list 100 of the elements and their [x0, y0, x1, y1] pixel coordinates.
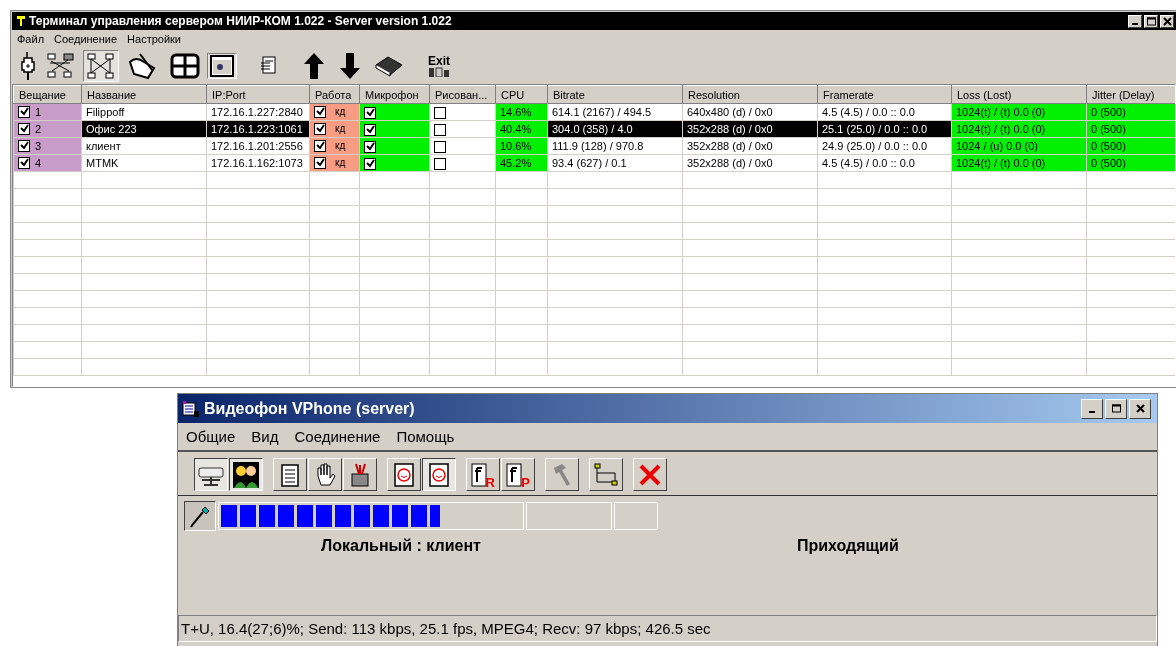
row-number: 1 [35, 105, 42, 118]
document-icon [258, 55, 278, 77]
checkbox[interactable] [364, 140, 376, 153]
window-icon [210, 55, 234, 77]
toolbar-button[interactable] [207, 53, 237, 79]
smiley-document-icon [393, 461, 415, 488]
window-title: Видеофон VPhone (server) [204, 399, 416, 418]
checkbox[interactable] [364, 157, 376, 170]
checkbox[interactable] [18, 156, 30, 169]
close-icon [1135, 404, 1145, 413]
status-panel [614, 502, 658, 530]
local-label: Локальный : клиент [321, 537, 481, 556]
column-header[interactable]: Работа [309, 85, 360, 104]
column-header[interactable]: Framerate [817, 85, 952, 104]
close-icon [638, 462, 662, 487]
table-cell: клиент [81, 137, 207, 155]
grid-icon [170, 53, 200, 79]
maximize-icon [1111, 404, 1121, 413]
toolbar-button[interactable]: Exit [425, 53, 453, 79]
close-button[interactable] [1129, 398, 1151, 419]
menu-item[interactable]: Помощь [396, 428, 455, 445]
menu-item[interactable]: Общие [186, 428, 236, 445]
column-header[interactable]: Название [81, 85, 207, 104]
tools-icon [348, 461, 372, 488]
status-bar: T+U, 16.4(27;6)%; Send: 113 kbps, 25.1 fps, MPEG4; Recv: 97 kbps; 426.5 sec [178, 615, 1157, 642]
mode-label: кд [335, 106, 346, 118]
minimize-icon [1132, 23, 1138, 25]
checkbox[interactable] [314, 122, 326, 135]
column-header[interactable]: Loss (Lost) [951, 85, 1087, 104]
column-header[interactable]: Bitrate [547, 85, 683, 104]
table-cell: 352x288 (d) / 0x0 [682, 154, 818, 172]
column-header[interactable]: Рисован... [429, 85, 496, 104]
smiley-document-icon [428, 461, 450, 488]
maximize-button[interactable] [1105, 398, 1127, 419]
table-cell: 93.4 (627) / 0.1 [547, 154, 683, 172]
column-header[interactable]: CPU [495, 85, 548, 104]
menu-item[interactable]: Соединение [54, 33, 118, 45]
checkbox[interactable] [18, 139, 30, 152]
column-header[interactable]: Resolution [682, 85, 818, 104]
checkbox[interactable] [364, 123, 376, 136]
table-cell: 24.9 (25.0) / 0.0 :: 0.0 [817, 137, 952, 155]
menu-item[interactable]: Соединение [294, 428, 381, 445]
checkbox[interactable] [434, 106, 446, 119]
table-cell: 172.16.1.162:1073 [206, 154, 310, 172]
close-icon [1162, 16, 1172, 26]
column-header[interactable]: IP:Port [206, 85, 310, 104]
table-cell: 640x480 (d) / 0x0 [682, 103, 818, 121]
table-cell: 4.5 (4.5) / 0.0 :: 0.0 [817, 103, 952, 121]
microphone-toggle[interactable] [184, 501, 216, 531]
menu-item[interactable]: Вид [251, 428, 279, 445]
toolbar-button[interactable] [422, 458, 456, 491]
menu-item[interactable]: Настройки [127, 33, 181, 45]
checkbox[interactable] [18, 122, 30, 135]
checkbox[interactable] [364, 106, 376, 119]
mode-label: кд [335, 140, 346, 152]
column-header[interactable]: Микрофон [359, 85, 430, 104]
minimize-button[interactable] [1128, 14, 1142, 28]
column-header[interactable]: Jitter (Delay) [1086, 85, 1175, 104]
menu-item[interactable]: Файл [17, 33, 45, 45]
toolbar-button[interactable] [194, 458, 228, 491]
checkbox[interactable] [314, 139, 326, 152]
microphone-icon [189, 504, 211, 528]
table-cell: Filippoff [81, 103, 207, 121]
row-number: 3 [35, 139, 42, 152]
row-number: 4 [35, 156, 42, 169]
tree-diagram-icon [593, 461, 619, 488]
maximize-button[interactable] [1144, 14, 1158, 28]
table-cell: 111.9 (128) / 970.8 [547, 137, 683, 155]
app-icon [182, 399, 200, 418]
table-cell: 172.16.1.227:2840 [206, 103, 310, 121]
maximize-icon [1146, 16, 1156, 26]
mode-label: кд [335, 157, 346, 169]
close-button[interactable] [1160, 14, 1174, 28]
notepad-icon [279, 461, 301, 488]
checkbox[interactable] [434, 140, 446, 153]
plug-icon [20, 52, 36, 80]
toolbar-button[interactable] [83, 50, 119, 82]
minimize-icon [1089, 410, 1095, 413]
checkbox[interactable] [18, 105, 30, 118]
table-cell: 352x288 (d) / 0x0 [682, 137, 818, 155]
people-icon [232, 460, 260, 489]
table-cell: 614.1 (2167) / 494.5 [547, 103, 683, 121]
incoming-label: Приходящий [796, 537, 899, 556]
table-cell: 172.16.1.201:2556 [206, 137, 310, 155]
column-header[interactable]: Вещание [13, 85, 82, 104]
door-icon [428, 67, 450, 77]
app-icon [16, 15, 26, 27]
minimize-button[interactable] [1081, 398, 1103, 419]
checkbox[interactable] [434, 157, 446, 170]
checkbox[interactable] [314, 156, 326, 169]
row-number: 2 [35, 122, 42, 135]
mode-label: кд [335, 123, 346, 135]
checkbox[interactable] [314, 105, 326, 118]
network-icon [86, 52, 116, 80]
checkbox[interactable] [434, 123, 446, 136]
window-title: Терминал управления сервером НИИР-КОМ 1.022 - Server version 1.022 [29, 14, 453, 28]
toolbar-button[interactable] [229, 458, 263, 491]
network-icon [46, 52, 76, 80]
table-cell: 4.5 (4.5) / 0.0 :: 0.0 [817, 154, 952, 172]
book-icon [374, 55, 404, 77]
